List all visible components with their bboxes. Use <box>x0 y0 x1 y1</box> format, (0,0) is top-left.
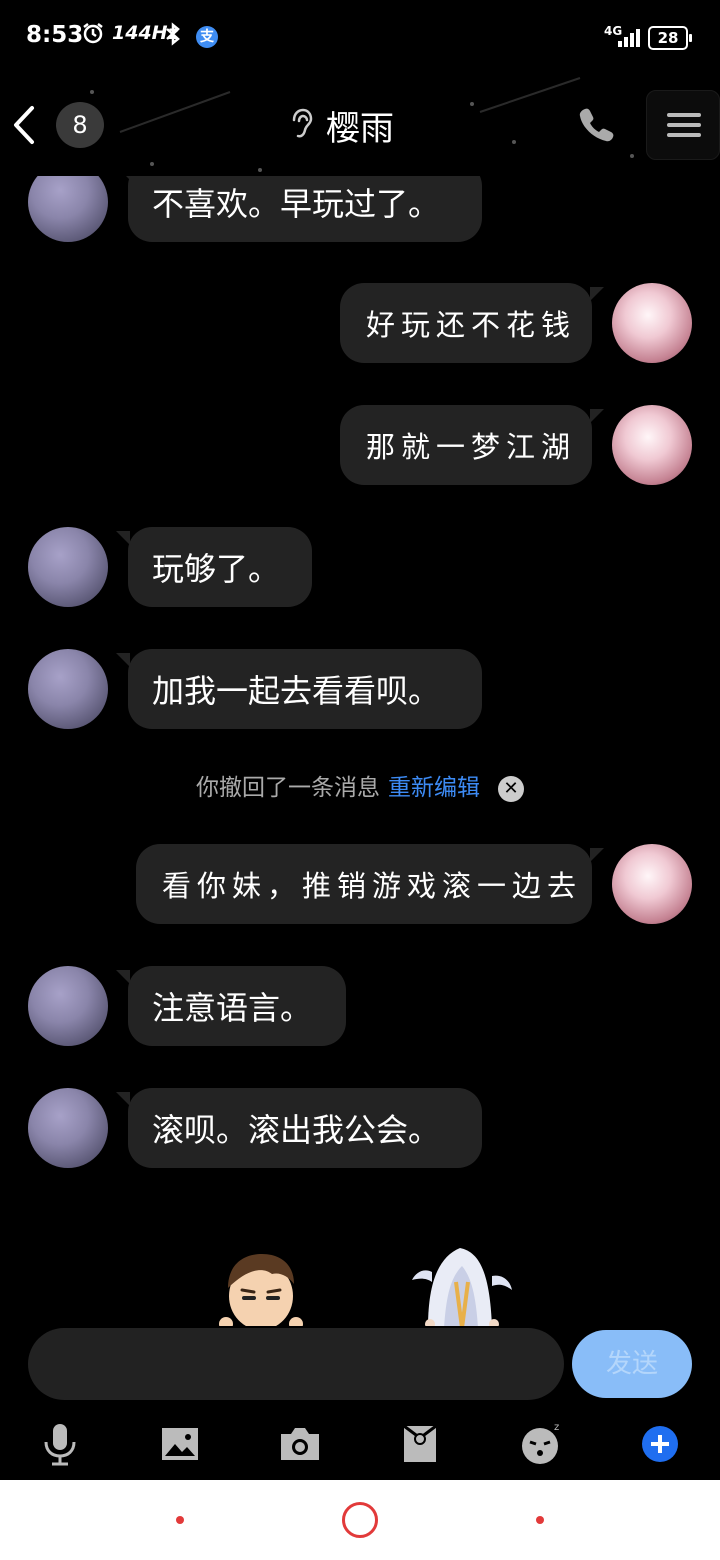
message-input[interactable] <box>28 1328 564 1400</box>
message-bubble[interactable]: 看你妹，推销游戏滚一边去 <box>136 844 604 924</box>
chat-title[interactable]: 樱雨 <box>288 102 394 149</box>
message-bubble[interactable]: 玩够了。 <box>116 527 312 607</box>
recall-notice: 你撤回了一条消息 重新编辑 ✕ <box>0 768 720 802</box>
svg-text:z: z <box>554 1422 559 1433</box>
phone-call-icon[interactable] <box>576 104 616 144</box>
send-button[interactable]: 发送 <box>572 1330 692 1398</box>
unread-count-badge[interactable]: 8 <box>56 102 104 148</box>
message-bubble[interactable]: 好玩还不花钱 <box>340 283 604 363</box>
message-bubble[interactable]: 注意语言。 <box>116 966 346 1046</box>
menu-nav-button[interactable] <box>176 1516 184 1524</box>
bubble-tail <box>116 970 130 984</box>
message-bubble[interactable]: 加我一起去看看呗。 <box>116 649 482 729</box>
emoji-icon[interactable]: z <box>516 1420 564 1468</box>
message-text: 玩够了。 <box>152 550 281 588</box>
red-packet-icon[interactable] <box>396 1420 444 1468</box>
recall-text: 你撤回了一条消息 <box>196 775 380 801</box>
mic-icon[interactable] <box>36 1420 84 1468</box>
input-toolbar: z <box>0 1412 720 1478</box>
alarm-icon <box>82 22 104 49</box>
message-text: 看你妹，推销游戏滚一边去 <box>162 869 583 903</box>
bubble-tail <box>116 653 130 667</box>
battery-indicator: 28 <box>648 26 692 50</box>
bubble-tail <box>590 409 604 423</box>
contact-name: 樱雨 <box>326 108 394 149</box>
my-avatar[interactable] <box>612 283 692 363</box>
ear-icon <box>288 106 314 144</box>
chat-header: 8 樱雨 <box>0 72 720 176</box>
menu-button[interactable] <box>646 90 720 160</box>
contact-avatar[interactable] <box>28 1088 108 1168</box>
re-edit-link[interactable]: 重新编辑 <box>388 775 480 801</box>
bluetooth-icon <box>164 22 182 51</box>
message-bubble[interactable]: 不喜欢。早玩过了。 <box>116 176 482 242</box>
system-nav-bar <box>0 1480 720 1560</box>
status-bar: 8:53 144Hz 支 4G 28 <box>0 0 720 72</box>
signal-icon <box>618 28 640 52</box>
bubble-tail <box>590 848 604 862</box>
peeking-boy-sticker <box>218 1248 304 1326</box>
plus-icon[interactable] <box>636 1420 684 1468</box>
menu-line <box>667 113 701 117</box>
my-avatar[interactable] <box>612 844 692 924</box>
message-bubble[interactable]: 滚呗。滚出我公会。 <box>116 1088 482 1168</box>
message-text: 加我一起去看看呗。 <box>152 672 441 710</box>
message-text: 不喜欢。早玩过了。 <box>152 185 441 223</box>
back-button[interactable] <box>10 102 40 148</box>
bubble-tail <box>590 287 604 301</box>
message-text: 好玩还不花钱 <box>366 308 577 342</box>
camera-icon[interactable] <box>276 1420 324 1468</box>
bubble-tail <box>116 531 130 545</box>
message-text: 滚呗。滚出我公会。 <box>152 1111 441 1149</box>
image-icon[interactable] <box>156 1420 204 1468</box>
contact-avatar[interactable] <box>28 966 108 1046</box>
composer: 发送 <box>0 1326 720 1406</box>
my-avatar[interactable] <box>612 405 692 485</box>
menu-line <box>667 133 701 137</box>
bubble-tail <box>116 176 130 180</box>
contact-avatar[interactable] <box>28 649 108 729</box>
contact-avatar[interactable] <box>28 527 108 607</box>
menu-line <box>667 123 701 127</box>
alipay-icon: 支 <box>196 26 218 48</box>
message-list[interactable]: 不喜欢。早玩过了。 好玩还不花钱 那就一梦江湖 玩够了。 加我一起去看看呗。 你… <box>0 176 720 1326</box>
close-icon[interactable]: ✕ <box>498 775 524 802</box>
message-text: 注意语言。 <box>152 989 313 1027</box>
contact-avatar[interactable] <box>28 176 108 242</box>
bubble-tail <box>116 1092 130 1106</box>
back-nav-button[interactable] <box>536 1516 544 1524</box>
message-text: 那就一梦江湖 <box>366 430 577 464</box>
peeking-character-sticker <box>408 1242 514 1326</box>
message-bubble[interactable]: 那就一梦江湖 <box>340 405 604 485</box>
home-button[interactable] <box>342 1502 378 1538</box>
status-time: 8:53 <box>26 22 84 48</box>
